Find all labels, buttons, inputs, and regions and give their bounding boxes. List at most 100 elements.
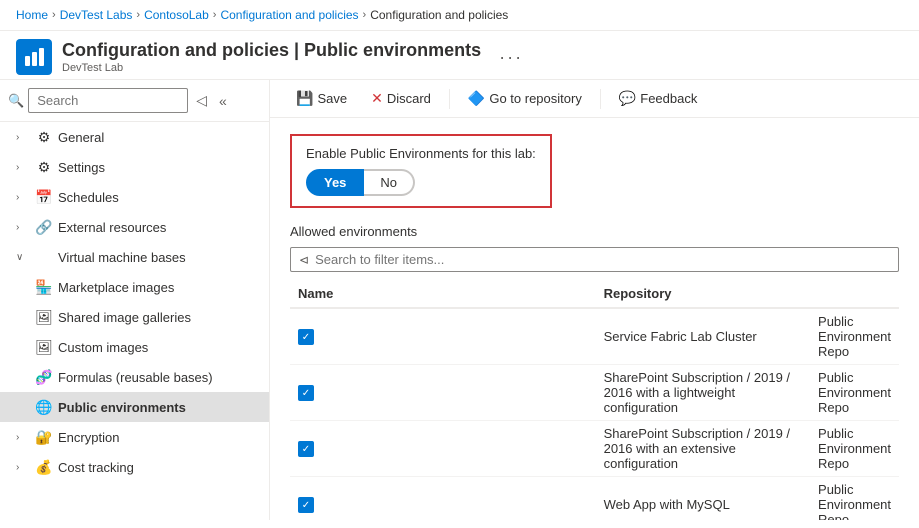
sidebar-item-label: Shared image galleries [58,310,191,325]
sidebar-nav: ›⚙General›⚙Settings›📅Schedules›🔗External… [0,122,269,482]
chevron-icon: › [16,462,30,473]
item-icon: 🧬 [36,369,52,385]
search-input[interactable] [28,88,188,113]
row-name: Web App with MySQL [596,477,810,521]
sidebar-item-public-environments[interactable]: 🌐 Public environments [0,392,269,422]
sidebar-item-label: Schedules [58,190,119,205]
row-repo: Public Environment Repo [810,421,899,477]
page-header: Configuration and policies | Public envi… [0,31,919,80]
discard-icon: ✕ [371,90,383,107]
sidebar-item-label: Public environments [58,400,186,415]
row-name: SharePoint Subscription / 2019 / 2016 wi… [596,421,810,477]
sidebar-item-settings[interactable]: ›⚙Settings [0,152,269,182]
chevron-icon: › [16,132,30,143]
item-icon: 📅 [36,189,52,205]
item-icon: ⚙ [36,129,52,145]
sidebar-item-virtual-machine-bases[interactable]: ∨Virtual machine bases [0,242,269,272]
col-repo-header: Repository [596,280,810,308]
sidebar-item-general[interactable]: › ⚙ General [0,122,269,152]
toggle-yes-button[interactable]: Yes [306,169,364,196]
page-title: Configuration and policies | Public envi… [62,40,481,62]
item-icon: 🖼 [36,339,52,355]
chevron-icon: › [16,222,30,233]
sidebar-pin-button[interactable]: ◁ [192,90,211,111]
breadcrumb-config[interactable]: Configuration and policies [220,8,358,22]
sidebar-item-schedules[interactable]: › 📅 Schedules [0,182,269,212]
item-icon: 💰 [36,459,52,475]
row-checkbox[interactable]: ✓ [298,385,314,401]
filter-box: ⊲ [290,247,899,272]
sidebar-item-label: Custom images [58,340,148,355]
row-name: SharePoint Subscription / 2019 / 2016 wi… [596,365,810,421]
sidebar-item-encryption[interactable]: › 🔐 Encryption [0,422,269,452]
item-icon: 🏪 [36,279,52,295]
breadcrumb-devtest[interactable]: DevTest Labs [60,8,133,22]
page-subtitle: DevTest Lab [62,62,481,74]
row-repo: Public Environment Repo [810,365,899,421]
sidebar-item-custom-images[interactable]: 🖼 Custom images [0,332,269,362]
sidebar-item-label: Marketplace images [58,280,174,295]
toolbar-separator [449,89,450,109]
row-repo: Public Environment Repo [810,477,899,521]
sidebar-item-marketplace-images[interactable]: 🏪 Marketplace images [0,272,269,302]
table-row: ✓ Web App with MySQLPublic Environment Re… [290,477,899,521]
table-row: ✓ SharePoint Subscription / 2019 / 2016 w… [290,421,899,477]
item-icon [36,249,52,265]
sidebar-item-label: Virtual machine bases [58,250,186,265]
breadcrumb-home[interactable]: Home [16,8,48,22]
feedback-icon: 💬 [619,90,636,107]
main-content: 💾 Save ✕ Discard 🔷 Go to repository 💬 Fe… [270,80,919,520]
breadcrumb: Home › DevTest Labs › ContosoLab › Confi… [0,0,919,31]
filter-input[interactable] [315,252,890,267]
sidebar-item-shared-image-galleries[interactable]: 🖼 Shared image galleries [0,302,269,332]
page-icon [16,39,52,75]
row-checkbox[interactable]: ✓ [298,497,314,513]
table-body: ✓Service Fabric Lab ClusterPublic Enviro… [290,308,899,520]
toggle-group: Yes No [306,169,536,196]
chevron-icon: › [16,162,30,173]
toolbar-separator-2 [600,89,601,109]
save-icon: 💾 [296,90,313,107]
sidebar-collapse-button[interactable]: « [215,91,231,111]
table-row: ✓Service Fabric Lab ClusterPublic Enviro… [290,308,899,365]
sidebar-item-label: General [58,130,104,145]
sidebar-item-label: Formulas (reusable bases) [58,370,213,385]
sidebar-item-label: Encryption [58,430,119,445]
sidebar-item-cost-tracking[interactable]: › 💰 Cost tracking [0,452,269,482]
item-icon: 🖼 [36,309,52,325]
sidebar-search-row: 🔍 ◁ « [0,80,269,122]
chevron-icon: › [16,432,30,443]
discard-button[interactable]: ✕ Discard [361,86,441,111]
breadcrumb-current: Configuration and policies [370,8,508,22]
toolbar: 💾 Save ✕ Discard 🔷 Go to repository 💬 Fe… [270,80,919,118]
save-button[interactable]: 💾 Save [286,86,357,111]
row-checkbox[interactable]: ✓ [298,329,314,345]
filter-icon: ⊲ [299,253,309,267]
table-row: ✓ SharePoint Subscription / 2019 / 2016 w… [290,365,899,421]
toggle-no-button[interactable]: No [364,169,415,196]
search-icon: 🔍 [8,93,24,109]
breadcrumb-lab[interactable]: ContosoLab [144,8,209,22]
col-name-header: Name [290,280,596,308]
more-options-button[interactable]: ··· [499,47,523,68]
enable-label: Enable Public Environments for this lab: [306,146,536,161]
page-header-text: Configuration and policies | Public envi… [62,40,481,74]
repo-icon: 🔷 [468,90,485,107]
goto-repo-button[interactable]: 🔷 Go to repository [458,86,592,111]
enable-public-environments-section: Enable Public Environments for this lab:… [290,134,552,208]
item-icon: 🌐 [36,399,52,415]
content-area: Enable Public Environments for this lab:… [270,118,919,520]
table-header-row: Name Repository [290,280,899,308]
sidebar-item-label: External resources [58,220,166,235]
feedback-button[interactable]: 💬 Feedback [609,86,708,111]
chevron-icon: › [16,192,30,203]
row-repo: Public Environment Repo [810,308,899,365]
item-icon: 🔐 [36,429,52,445]
sidebar-item-formulas-reusable-bases[interactable]: 🧬 Formulas (reusable bases) [0,362,269,392]
allowed-environments-label: Allowed environments [290,224,899,239]
sidebar-item-external-resources[interactable]: ›🔗External resources [0,212,269,242]
sidebar: 🔍 ◁ « ›⚙General›⚙Settings›📅Schedules›🔗Ex… [0,80,270,520]
row-checkbox[interactable]: ✓ [298,441,314,457]
sidebar-item-label: Cost tracking [58,460,134,475]
sidebar-item-label: Settings [58,160,105,175]
